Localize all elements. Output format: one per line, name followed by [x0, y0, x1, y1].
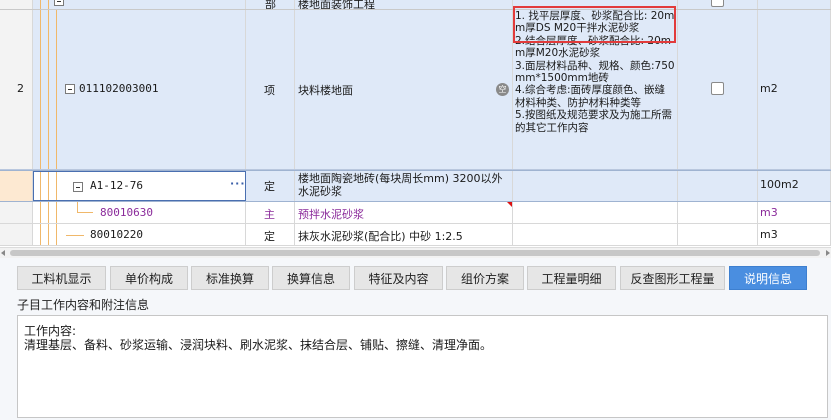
material-code: 80010630 — [100, 206, 153, 219]
panel-title: 子目工作内容和附注信息 — [17, 298, 150, 312]
scroll-left-icon[interactable] — [1, 250, 5, 256]
description-textarea[interactable]: 工作内容: 清理基层、备料、砂浆运输、浸润块料、刷水泥浆、抹结合层、铺贴、擦缝、… — [17, 315, 828, 418]
collapse-toggle[interactable] — [73, 182, 83, 192]
item-name: 块料楼地面 — [298, 84, 353, 97]
collapse-toggle[interactable] — [65, 84, 75, 94]
formula-icon[interactable]: 空 — [496, 83, 509, 96]
row-number: 2 — [17, 82, 24, 95]
unit-cell: m2 — [760, 82, 778, 95]
quota-code[interactable]: A1-12-76 — [90, 179, 143, 192]
row-number-cell — [0, 202, 33, 223]
grid-row-section[interactable]: 部 楼地面装饰工程 — [0, 0, 831, 10]
checkbox[interactable] — [711, 82, 724, 95]
detail-panel: 工料机显示 单价构成 标准换算 换算信息 特征及内容 组价方案 工程量明细 反查… — [0, 258, 831, 420]
type-cell: 主 — [264, 208, 275, 221]
highlight-annotation-box — [513, 6, 676, 43]
bill-grid: 部 楼地面装饰工程 2 011102003001 项 块料楼地面 空 1. 找平… — [0, 0, 831, 247]
row-number-cell — [0, 0, 33, 9]
tab-pricing-plan[interactable]: 组价方案 — [446, 266, 524, 290]
feature-line: 3.面层材料品种、规格、颜色:750mm*1500mm地砖 — [515, 59, 675, 85]
scroll-right-icon[interactable] — [826, 250, 830, 256]
tab-labor-material[interactable]: 工料机显示 — [17, 266, 106, 290]
row-number-cell — [0, 171, 33, 201]
tab-conversion-info[interactable]: 换算信息 — [272, 266, 350, 290]
note-marker — [507, 202, 512, 207]
scrollbar-thumb[interactable] — [10, 250, 820, 256]
grid-row-item[interactable]: 2 011102003001 项 块料楼地面 空 1. 找平层厚度、砂浆配合比:… — [0, 10, 831, 170]
tab-quantity-detail[interactable]: 工程量明细 — [527, 266, 616, 290]
row-number-cell — [0, 224, 33, 245]
grid-row-quota[interactable]: A1-12-76 ··· 定 楼地面陶瓷地砖(每块周长mm) 3200以外 水泥… — [0, 170, 831, 202]
name-cell: 楼地面装饰工程 — [298, 0, 375, 9]
material-name: 抹灰水泥砂浆(配合比) 中砂 1:2.5 — [298, 230, 463, 243]
tab-reverse-lookup[interactable]: 反查图形工程量 — [620, 266, 725, 290]
tab-description[interactable]: 说明信息 — [729, 266, 807, 290]
type-cell: 项 — [264, 84, 275, 97]
type-cell: 部 — [265, 0, 276, 9]
checkbox[interactable] — [711, 0, 724, 7]
item-code: 011102003001 — [79, 82, 159, 95]
type-cell: 定 — [264, 230, 275, 243]
tab-unit-price[interactable]: 单价构成 — [110, 266, 188, 290]
more-button[interactable]: ··· — [230, 177, 245, 190]
unit-cell: m3 — [760, 206, 778, 219]
unit-cell: 100m2 — [760, 178, 799, 191]
quota-name: 楼地面陶瓷地砖(每块周长mm) 3200以外 水泥砂浆 — [298, 172, 503, 198]
feature-line: 4.综合考虑:面砖厚度颜色、嵌缝材料种类、防护材料种类等 — [515, 84, 666, 109]
material-code: 80010220 — [90, 228, 143, 241]
grid-row-material[interactable]: 80010220 定 抹灰水泥砂浆(配合比) 中砂 1:2.5 m3 — [0, 224, 831, 246]
content-body: 清理基层、备料、砂浆运输、浸润块料、刷水泥浆、抹结合层、铺贴、擦缝、清理净面。 — [24, 338, 493, 352]
type-cell: 定 — [264, 180, 275, 193]
feature-line: 5.按图纸及规范要求及为施工所需的其它工作内容 — [515, 109, 673, 134]
tab-standard-conversion[interactable]: 标准换算 — [191, 266, 269, 290]
material-name: 预拌水泥砂浆 — [298, 208, 364, 221]
grid-row-material[interactable]: 80010630 主 预拌水泥砂浆 m3 — [0, 202, 831, 224]
tab-features[interactable]: 特征及内容 — [354, 266, 443, 290]
unit-cell: m3 — [760, 228, 778, 241]
